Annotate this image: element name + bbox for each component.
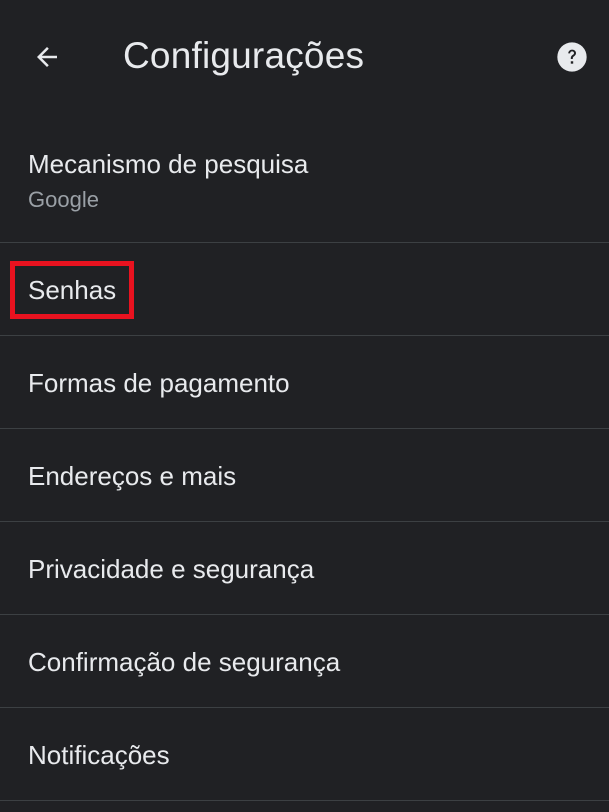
setting-label: Endereços e mais — [28, 461, 237, 491]
setting-payment-methods[interactable]: Formas de pagamento — [0, 336, 609, 429]
setting-label: Confirmação de segurança — [28, 647, 341, 677]
setting-label: Formas de pagamento — [28, 368, 290, 398]
setting-privacy-security[interactable]: Privacidade e segurança — [0, 522, 609, 615]
app-bar: Configurações — [0, 0, 609, 112]
arrow-left-icon — [37, 47, 57, 67]
back-button[interactable] — [20, 30, 74, 84]
setting-notifications[interactable]: Notificações — [0, 708, 609, 801]
setting-addresses[interactable]: Endereços e mais — [0, 429, 609, 522]
setting-label: Senhas — [28, 275, 117, 305]
page-title: Configurações — [123, 35, 365, 76]
settings-list: Mecanismo de pesquisa Google Senhas Form… — [0, 112, 609, 801]
setting-passwords[interactable]: Senhas — [0, 243, 609, 336]
help-circle-icon — [557, 42, 587, 72]
setting-sublabel: Google — [28, 187, 99, 212]
help-button[interactable] — [545, 30, 599, 84]
setting-label: Privacidade e segurança — [28, 554, 315, 584]
setting-safety-check[interactable]: Confirmação de segurança — [0, 615, 609, 708]
setting-search-engine[interactable]: Mecanismo de pesquisa Google — [0, 112, 609, 243]
setting-label: Mecanismo de pesquisa — [28, 149, 309, 179]
setting-label: Notificações — [28, 740, 170, 770]
